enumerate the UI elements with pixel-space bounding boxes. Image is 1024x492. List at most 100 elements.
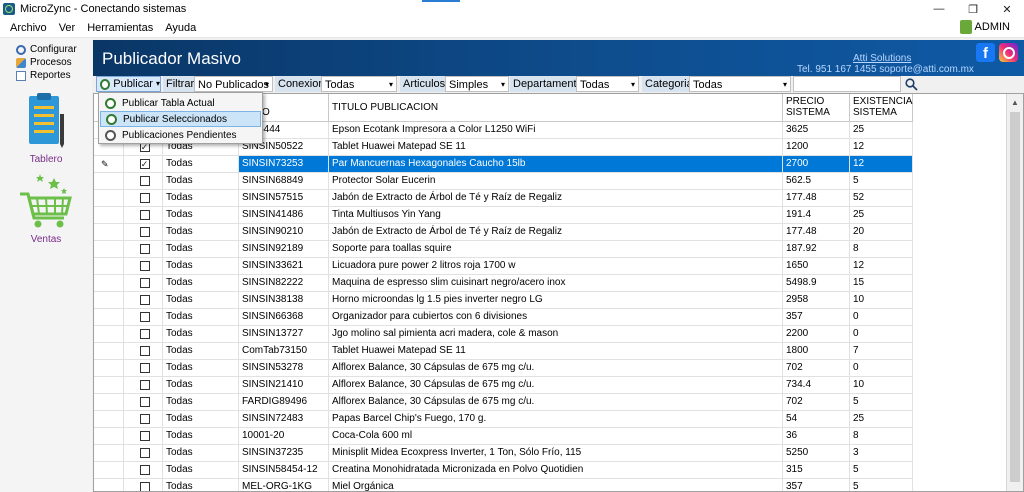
nav-reportes[interactable]: Reportes xyxy=(16,69,92,82)
publicar-dropdown-button[interactable]: Publicar ▾ xyxy=(96,76,161,92)
row-checkbox[interactable] xyxy=(139,244,150,254)
dd-publicar-seleccionados[interactable]: Publicar Seleccionados xyxy=(100,111,261,127)
cell-articulo: SINSIN66368 xyxy=(239,309,329,325)
row-checkbox[interactable] xyxy=(139,397,150,407)
header-existencia[interactable]: EXISTENCIA SISTEMA xyxy=(850,94,913,121)
row-checkbox[interactable] xyxy=(139,261,150,271)
cell-existencia: 10 xyxy=(850,292,913,308)
header-precio[interactable]: PRECIO SISTEMA xyxy=(783,94,850,121)
minimize-button[interactable]: — xyxy=(922,0,956,18)
table-row[interactable]: Todas SINSIN38138 Horno microondas lg 1.5 … xyxy=(94,292,913,309)
row-check-cell xyxy=(124,394,163,410)
row-checkbox[interactable] xyxy=(139,482,150,491)
cell-articulo: SINSIN37235 xyxy=(239,445,329,461)
module-tablero[interactable]: Tablero xyxy=(0,92,92,165)
table-row[interactable]: Todas SINSIN13727 Jgo molino sal pimienta … xyxy=(94,326,913,343)
table-row[interactable]: Todas MEL-ORG-1KG Miel Orgánica 357 5 xyxy=(94,479,913,491)
vertical-scrollbar[interactable]: ▲ xyxy=(1006,94,1023,491)
row-checkbox[interactable] xyxy=(139,346,150,356)
row-checkbox[interactable] xyxy=(139,278,150,288)
cell-existencia: 0 xyxy=(850,360,913,376)
row-indicator xyxy=(94,343,124,359)
menu-ver[interactable]: Ver xyxy=(53,18,82,38)
header-precio-line1: PRECIO xyxy=(786,96,825,107)
row-checkbox[interactable] xyxy=(139,448,150,458)
row-checkbox[interactable] xyxy=(139,176,150,186)
categoria-select[interactable]: Todas ▾ xyxy=(689,76,791,92)
table-row[interactable]: Todas SINSIN82222 Maquina de espresso slim… xyxy=(94,275,913,292)
cell-precio: 702 xyxy=(783,360,850,376)
row-checkbox[interactable] xyxy=(139,380,150,390)
table-row[interactable]: Todas FARDIG89496 Alflorex Balance, 30 Cáp… xyxy=(94,394,913,411)
table-row[interactable]: Todas SINSIN58454-12 Creatina Monohidratad… xyxy=(94,462,913,479)
dd-publicaciones-pendientes[interactable]: Publicaciones Pendientes xyxy=(100,127,261,143)
publications-grid: E CULO TITULO PUBLICACION PRECIO SISTEMA… xyxy=(93,93,1024,492)
dd-publicar-tabla-actual-label: Publicar Tabla Actual xyxy=(122,97,215,109)
header-titulo-label: TITULO PUBLICACION xyxy=(332,102,439,113)
window-title: MicroZync - Conectando sistemas xyxy=(20,3,187,15)
row-checkbox[interactable] xyxy=(139,363,150,373)
cell-titulo: Jgo molino sal pimienta acri madera, col… xyxy=(329,326,783,342)
close-button[interactable]: ✕ xyxy=(990,0,1024,18)
row-checkbox[interactable] xyxy=(139,193,150,203)
cell-conexion: Todas xyxy=(163,343,239,359)
filtrar-select[interactable]: No Publicados ▾ xyxy=(194,76,273,92)
table-row[interactable]: Todas SINSIN41486 Tinta Multiusos Yin Yang… xyxy=(94,207,913,224)
row-checkbox[interactable] xyxy=(139,414,150,424)
table-row[interactable]: Todas SINSIN72483 Papas Barcel Chip's Fueg… xyxy=(94,411,913,428)
header-titulo[interactable]: TITULO PUBLICACION xyxy=(329,94,783,121)
module-ventas[interactable]: Ventas xyxy=(0,172,92,245)
row-checkbox[interactable] xyxy=(139,465,150,475)
user-badge[interactable]: ADMIN xyxy=(959,20,1010,34)
menu-archivo[interactable]: Archivo xyxy=(4,18,53,38)
row-checkbox[interactable] xyxy=(139,227,150,237)
nav-procesos[interactable]: Procesos xyxy=(16,56,92,69)
instagram-icon[interactable] xyxy=(999,43,1018,62)
company-link[interactable]: Atti Solutions xyxy=(853,53,911,64)
table-row[interactable]: Todas SINSIN53278 Alflorex Balance, 30 Cáp… xyxy=(94,360,913,377)
departamento-select[interactable]: Todas ▾ xyxy=(576,76,639,92)
table-row[interactable]: Todas SINSIN68849 Protector Solar Eucerin 5… xyxy=(94,173,913,190)
row-checkbox[interactable]: ✓ xyxy=(139,159,150,169)
header-existencia-line2: SISTEMA xyxy=(853,107,897,118)
cell-precio: 357 xyxy=(783,309,850,325)
scroll-thumb[interactable] xyxy=(1010,112,1020,482)
table-row[interactable]: ✎ ✓ Todas SINSIN73253 Par Mancuernas Hexagon… xyxy=(94,156,913,173)
table-row[interactable]: Todas SINSIN21410 Alflorex Balance, 30 Cáp… xyxy=(94,377,913,394)
search-button[interactable] xyxy=(903,76,919,92)
menu-bar: Archivo Ver Herramientas Ayuda ADMIN xyxy=(0,18,1024,38)
table-row[interactable]: Todas SINSIN57515 Jabón de Extracto de Árb… xyxy=(94,190,913,207)
scroll-up-icon[interactable]: ▲ xyxy=(1007,94,1023,110)
table-row[interactable]: Todas SINSIN90210 Jabón de Extracto de Árb… xyxy=(94,224,913,241)
row-indicator: ✎ xyxy=(94,156,124,172)
row-checkbox[interactable] xyxy=(139,312,150,322)
table-row[interactable]: Todas SINSIN66368 Organizador para cubiert… xyxy=(94,309,913,326)
table-row[interactable]: Todas SINSIN37235 Minisplit Midea Ecoxpres… xyxy=(94,445,913,462)
articulos-select[interactable]: Simples ▾ xyxy=(445,76,509,92)
row-checkbox[interactable] xyxy=(139,329,150,339)
row-checkbox[interactable] xyxy=(139,210,150,220)
conexion-select[interactable]: Todas ▾ xyxy=(321,76,397,92)
table-row[interactable]: Todas 10001-20 Coca-Cola 600 ml 36 8 xyxy=(94,428,913,445)
row-checkbox[interactable] xyxy=(139,295,150,305)
cell-precio: 562.5 xyxy=(783,173,850,189)
menu-ayuda[interactable]: Ayuda xyxy=(159,18,202,38)
restore-button[interactable]: ❐ xyxy=(956,0,990,18)
table-row[interactable]: Todas SINSIN33621 Licuadora pure power 2 l… xyxy=(94,258,913,275)
cell-titulo: Par Mancuernas Hexagonales Caucho 15lb xyxy=(329,156,783,172)
cell-existencia: 25 xyxy=(850,207,913,223)
menu-herramientas[interactable]: Herramientas xyxy=(81,18,159,38)
cell-titulo: Tablet Huawei Matepad SE 11 xyxy=(329,343,783,359)
module-ventas-label: Ventas xyxy=(30,234,62,245)
row-check-cell xyxy=(124,275,163,291)
table-row[interactable]: Todas SINSIN92189 Soporte para toallas squ… xyxy=(94,241,913,258)
dd-publicar-tabla-actual[interactable]: Publicar Tabla Actual xyxy=(100,95,261,111)
row-indicator xyxy=(94,258,124,274)
facebook-icon[interactable]: f xyxy=(976,43,995,62)
search-input[interactable] xyxy=(793,76,901,92)
cell-titulo: Tinta Multiusos Yin Yang xyxy=(329,207,783,223)
nav-configurar[interactable]: Configurar xyxy=(16,43,92,56)
table-row[interactable]: Todas ComTab73150 Tablet Huawei Matepad SE… xyxy=(94,343,913,360)
row-check-cell xyxy=(124,377,163,393)
row-checkbox[interactable] xyxy=(139,431,150,441)
